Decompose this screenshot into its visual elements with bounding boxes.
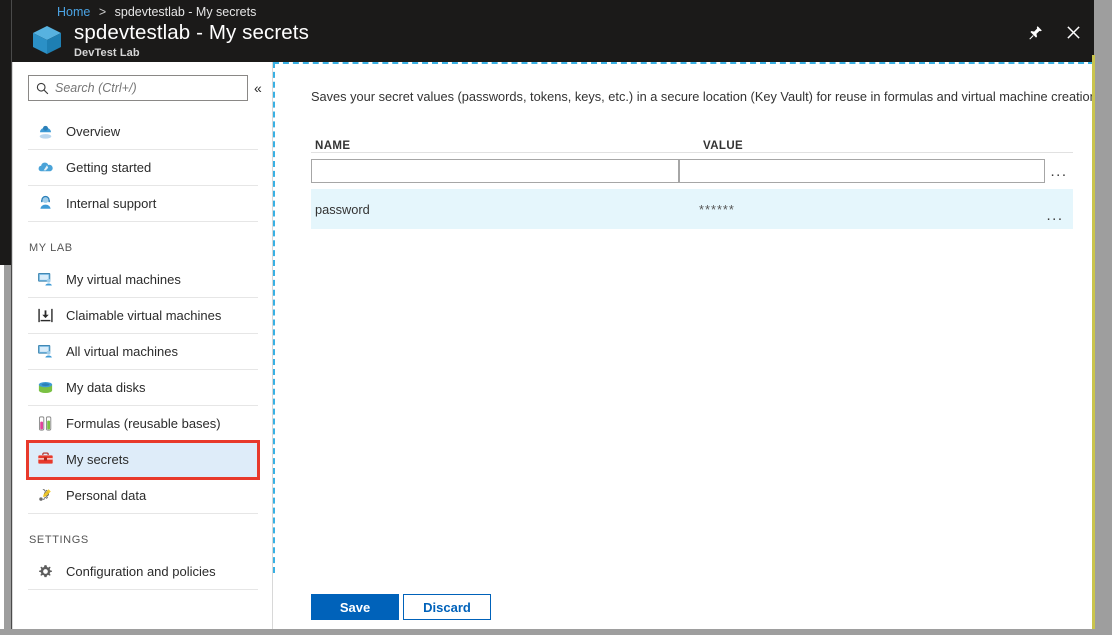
data-disk-icon	[36, 379, 54, 397]
sidebar-item-label: Claimable virtual machines	[66, 308, 221, 323]
sidebar-item-label: Personal data	[66, 488, 146, 503]
pin-icon[interactable]	[1024, 21, 1046, 43]
menu-group-my-lab: MY LAB	[28, 222, 258, 262]
sidebar-item-label: My virtual machines	[66, 272, 181, 287]
menu-item-list: Overview Getting started	[28, 114, 258, 590]
menu-search-row: «	[12, 75, 272, 101]
secrets-table: NAME VALUE ... password	[311, 124, 1073, 229]
sidebar-item-label: Internal support	[66, 196, 156, 211]
azure-portal-blade: Home > spdevtestlab - My secrets spdevte…	[0, 0, 1112, 635]
sidebar-item-overview[interactable]: Overview	[28, 114, 258, 150]
cell-name: password	[311, 202, 695, 217]
discard-button[interactable]: Discard	[403, 594, 491, 620]
sidebar-item-label: My secrets	[66, 452, 129, 467]
cell-value: ******	[695, 202, 1037, 217]
sidebar-item-my-data-disks[interactable]: My data disks	[28, 370, 258, 406]
bottom-edge-strip	[0, 629, 1112, 635]
callout-dashed-top	[273, 62, 1094, 64]
sidebar-item-label: My data disks	[66, 380, 145, 395]
search-input[interactable]	[55, 81, 230, 95]
cube-icon	[30, 23, 64, 57]
blade-title-block: spdevtestlab - My secrets DevTest Lab	[30, 23, 309, 59]
row-context-menu-button[interactable]: ...	[1037, 189, 1073, 229]
sidebar-item-label: Configuration and policies	[66, 564, 216, 579]
breadcrumb: Home > spdevtestlab - My secrets	[57, 5, 256, 19]
blade-header-actions	[1024, 21, 1084, 43]
row-context-menu-button[interactable]: ...	[1045, 153, 1073, 189]
sidebar-item-claimable-virtual-machines[interactable]: Claimable virtual machines	[28, 298, 258, 334]
table-row-new: ...	[311, 153, 1073, 189]
breadcrumb-home-link[interactable]: Home	[57, 5, 90, 19]
secret-value-input[interactable]	[679, 159, 1045, 183]
sidebar-item-formulas[interactable]: Formulas (reusable bases)	[28, 406, 258, 442]
right-yellow-rule	[1092, 55, 1095, 635]
sidebar-item-personal-data[interactable]: Personal data	[28, 478, 258, 514]
blade-header: Home > spdevtestlab - My secrets spdevte…	[12, 0, 1094, 62]
secret-name-text: password	[311, 202, 370, 217]
blade-content: Saves your secret values (passwords, tok…	[273, 62, 1094, 629]
page-title: spdevtestlab - My secrets	[74, 23, 309, 44]
blade-footer: Save Discard	[273, 575, 1094, 629]
callout-dashed-left	[273, 62, 275, 573]
virtual-machine-icon	[36, 343, 54, 361]
menu-group-settings: SETTINGS	[28, 514, 258, 554]
column-header-value: VALUE	[699, 140, 1073, 152]
sidebar-item-label: All virtual machines	[66, 344, 178, 359]
support-person-icon	[36, 195, 54, 213]
download-box-icon	[36, 307, 54, 325]
sidebar-item-label: Formulas (reusable bases)	[66, 416, 221, 431]
personal-data-icon	[36, 487, 54, 505]
toolbox-icon	[36, 451, 54, 469]
sidebar-item-configuration-and-policies[interactable]: Configuration and policies	[28, 554, 258, 590]
breadcrumb-separator: >	[99, 5, 106, 19]
save-button[interactable]: Save	[311, 594, 399, 620]
close-icon[interactable]	[1062, 21, 1084, 43]
search-icon	[36, 82, 49, 95]
test-tubes-icon	[36, 415, 54, 433]
table-row[interactable]: password ****** ...	[311, 189, 1073, 229]
secret-name-input[interactable]	[311, 159, 679, 183]
ellipsis-icon: ...	[1046, 208, 1063, 223]
cell-value	[679, 159, 1045, 183]
sidebar-item-label: Overview	[66, 124, 120, 139]
breadcrumb-current: spdevtestlab - My secrets	[115, 5, 257, 19]
column-header-name: NAME	[311, 140, 699, 152]
sidebar-item-my-secrets[interactable]: My secrets	[28, 442, 258, 478]
collapse-menu-button[interactable]: «	[254, 81, 262, 95]
right-edge-strip	[1094, 0, 1112, 635]
search-box[interactable]	[28, 75, 248, 101]
cloud-rocket-icon	[36, 159, 54, 177]
overview-icon	[36, 123, 54, 141]
sidebar-item-label: Getting started	[66, 160, 151, 175]
table-header-row: NAME VALUE	[311, 124, 1073, 153]
ellipsis-icon: ...	[1050, 164, 1067, 179]
sidebar-item-internal-support[interactable]: Internal support	[28, 186, 258, 222]
blade-body: « Overview	[12, 62, 1094, 629]
secret-value-text: ******	[695, 202, 735, 217]
sidebar-item-getting-started[interactable]: Getting started	[28, 150, 258, 186]
gear-icon	[36, 563, 54, 581]
sidebar-item-my-virtual-machines[interactable]: My virtual machines	[28, 262, 258, 298]
sidebar-item-all-virtual-machines[interactable]: All virtual machines	[28, 334, 258, 370]
virtual-machine-icon	[36, 271, 54, 289]
page-subtitle: DevTest Lab	[74, 48, 309, 59]
secrets-description: Saves your secret values (passwords, tok…	[311, 89, 1100, 104]
blade-menu: « Overview	[12, 62, 273, 629]
cell-name	[311, 159, 679, 183]
menu-left-edge	[12, 62, 13, 629]
